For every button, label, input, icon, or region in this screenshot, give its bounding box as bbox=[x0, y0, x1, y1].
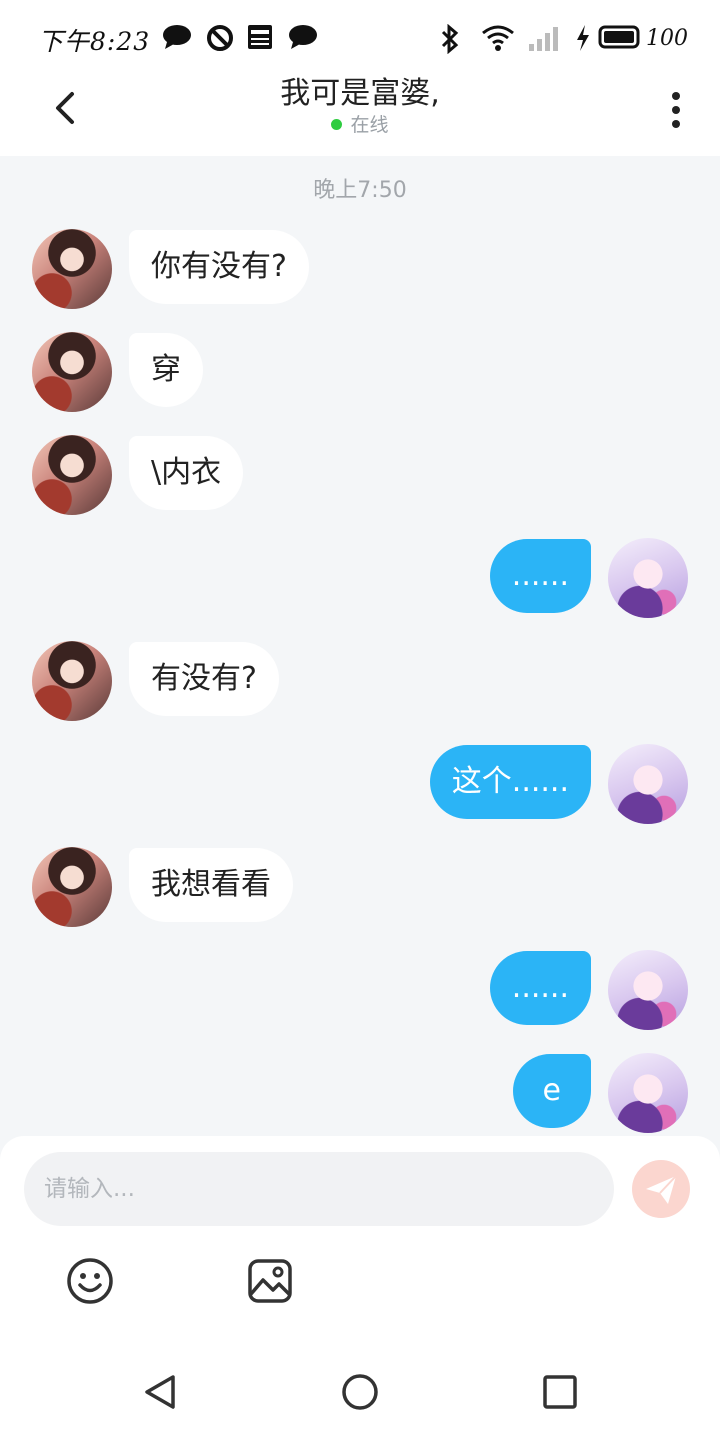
chat-bubble-icon bbox=[163, 25, 191, 49]
my-avatar[interactable] bbox=[608, 538, 688, 618]
image-button[interactable] bbox=[245, 1256, 295, 1306]
wifi-icon bbox=[482, 25, 514, 51]
chat-header: 我可是富婆, 在线 bbox=[0, 76, 720, 156]
send-button[interactable] bbox=[632, 1160, 690, 1218]
contact-avatar[interactable] bbox=[32, 847, 112, 927]
status-bar: 下午8:23 100 bbox=[0, 0, 720, 76]
outgoing-message[interactable]: ...... bbox=[489, 951, 591, 1025]
my-avatar[interactable] bbox=[608, 744, 688, 824]
input-panel bbox=[0, 1136, 720, 1346]
news-icon bbox=[248, 25, 272, 49]
incoming-message[interactable]: 你有没有? bbox=[129, 230, 309, 304]
message-list[interactable]: 晚上7:50 你有没有? 穿 \内衣 ...... 有没有? 这个...... … bbox=[0, 156, 720, 1136]
contact-avatar[interactable] bbox=[32, 332, 112, 412]
emoji-button[interactable] bbox=[65, 1256, 115, 1306]
message-input[interactable] bbox=[24, 1152, 614, 1226]
my-avatar[interactable] bbox=[608, 1053, 688, 1133]
system-nav-bar bbox=[0, 1346, 720, 1440]
contact-avatar[interactable] bbox=[32, 229, 112, 309]
status-time: 下午8:23 bbox=[38, 27, 151, 56]
incoming-message[interactable]: 我想看看 bbox=[129, 848, 293, 922]
paper-plane-icon bbox=[646, 1175, 677, 1204]
outgoing-message[interactable]: 这个...... bbox=[429, 745, 591, 819]
online-status: 在线 bbox=[0, 112, 720, 138]
outgoing-message[interactable]: e bbox=[512, 1054, 591, 1128]
online-status-label: 在线 bbox=[350, 114, 389, 136]
nav-back-button[interactable] bbox=[141, 1372, 181, 1412]
message-time-label: 晚上7:50 bbox=[313, 178, 407, 203]
nav-recents-button[interactable] bbox=[540, 1372, 580, 1412]
bluetooth-icon bbox=[441, 24, 459, 54]
contact-avatar[interactable] bbox=[32, 435, 112, 515]
my-avatar[interactable] bbox=[608, 950, 688, 1030]
chat-bubble-icon bbox=[289, 25, 317, 49]
signal-icon bbox=[529, 27, 558, 51]
charging-icon bbox=[577, 25, 589, 51]
block-icon bbox=[207, 25, 233, 51]
incoming-message[interactable]: 穿 bbox=[129, 333, 203, 407]
battery-level: 100 bbox=[646, 26, 688, 51]
more-options-button[interactable] bbox=[668, 90, 684, 130]
page-title: 我可是富婆, bbox=[280, 76, 440, 111]
battery-icon bbox=[598, 25, 640, 49]
incoming-message[interactable]: 有没有? bbox=[129, 642, 279, 716]
contact-avatar[interactable] bbox=[32, 641, 112, 721]
online-dot-icon bbox=[331, 119, 343, 130]
nav-home-button[interactable] bbox=[340, 1372, 380, 1412]
outgoing-message[interactable]: ...... bbox=[489, 539, 591, 613]
incoming-message[interactable]: \内衣 bbox=[129, 436, 244, 510]
